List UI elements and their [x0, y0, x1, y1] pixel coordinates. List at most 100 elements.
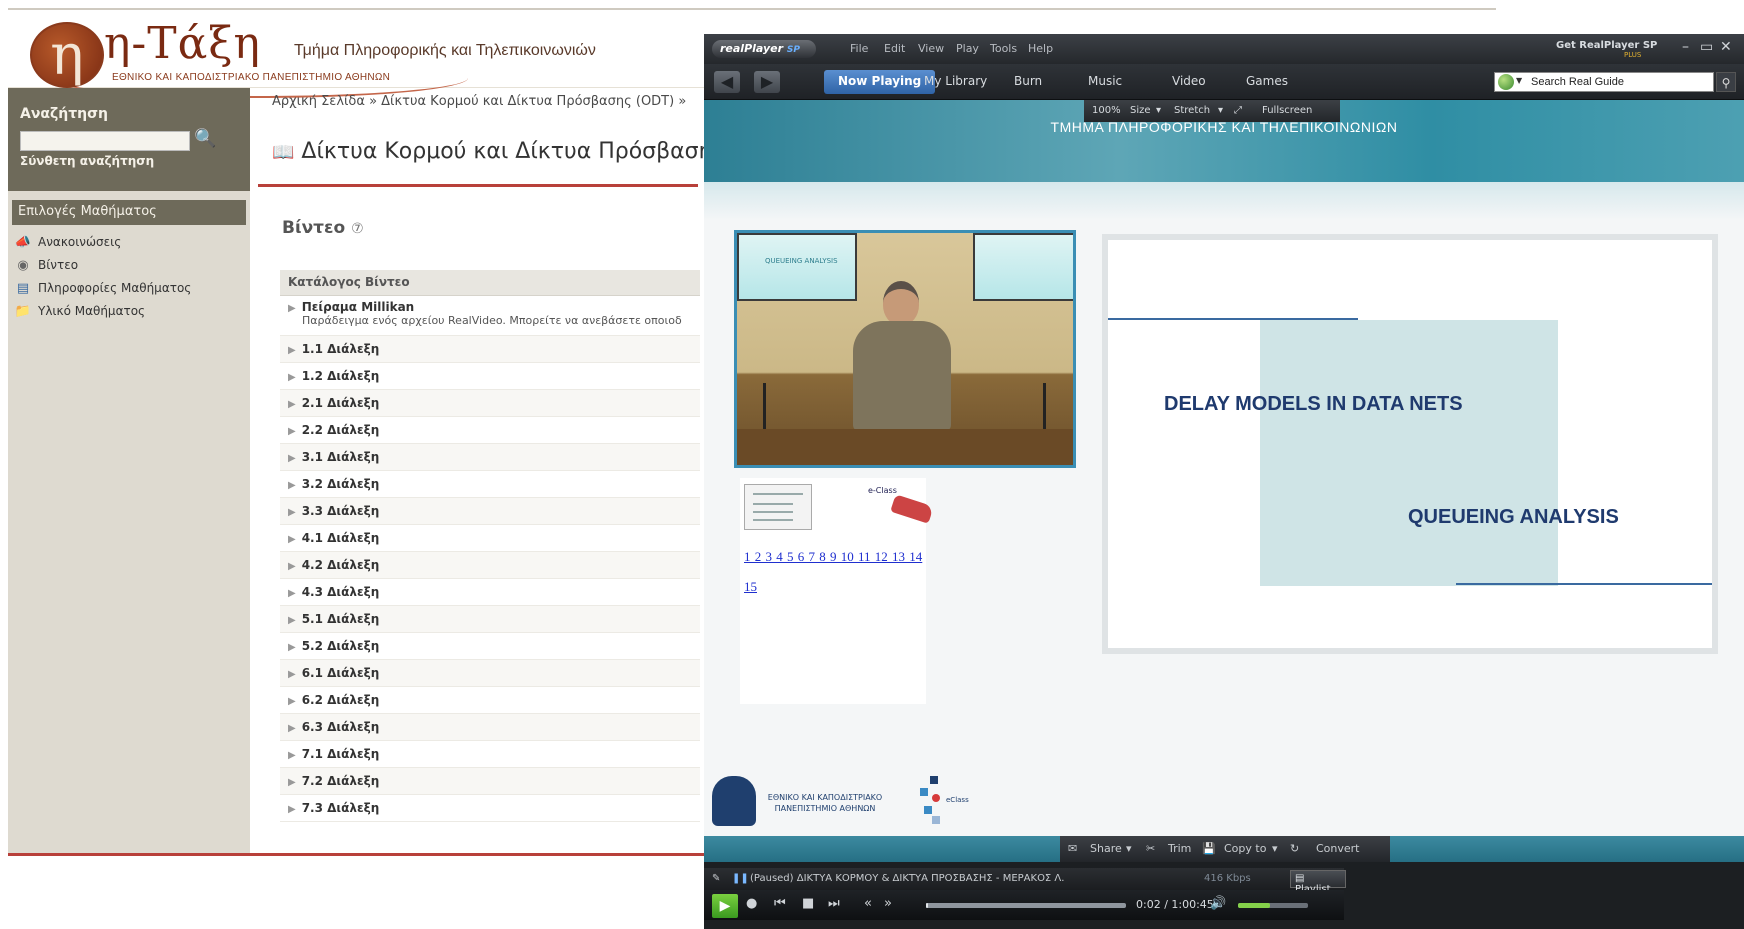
lecture-title[interactable]: 6.2 Διάλεξη: [302, 693, 380, 707]
expand-arrow-icon[interactable]: ▶: [288, 453, 296, 464]
menu-tools[interactable]: Tools: [990, 42, 1017, 55]
tab-my-library[interactable]: My Library: [910, 70, 1001, 94]
envelope-icon[interactable]: ✉: [1068, 842, 1077, 855]
zoom-percent[interactable]: 100%: [1092, 105, 1121, 116]
catalog-row[interactable]: ▶ 5.2 Διάλεξη: [280, 633, 700, 660]
expand-arrow-icon[interactable]: ▶: [288, 480, 296, 491]
size-button[interactable]: Size: [1130, 105, 1151, 116]
maximize-icon[interactable]: ▭: [1700, 39, 1713, 55]
expand-arrow-icon[interactable]: ▶: [288, 669, 296, 680]
chevron-down-icon[interactable]: ▾: [1272, 842, 1278, 855]
expand-arrow-icon[interactable]: ▶: [288, 642, 296, 653]
slide-number-links[interactable]: 1 2 3 4 5 6 7 8 9 10 11 12 13 14 15: [744, 542, 934, 602]
real-guide-search-input[interactable]: [1494, 72, 1714, 92]
expand-arrow-icon[interactable]: ▶: [288, 588, 296, 599]
lecture-title[interactable]: 1.2 Διάλεξη: [302, 369, 380, 383]
forward-arrow-icon[interactable]: ▶: [754, 71, 780, 93]
lecture-title[interactable]: 7.2 Διάλεξη: [302, 774, 380, 788]
catalog-row[interactable]: ▶ 6.2 Διάλεξη: [280, 687, 700, 714]
scissors-icon[interactable]: ✂: [1146, 842, 1155, 855]
close-icon[interactable]: ✕: [1720, 39, 1732, 55]
lecture-title[interactable]: 4.3 Διάλεξη: [302, 585, 380, 599]
fullscreen-button[interactable]: Fullscreen: [1262, 105, 1312, 116]
fullscreen-icon[interactable]: ⤢: [1234, 105, 1242, 116]
lecture-title[interactable]: 1.1 Διάλεξη: [302, 342, 380, 356]
search-go-icon[interactable]: ⚲: [1716, 72, 1736, 92]
tab-burn[interactable]: Burn: [1000, 70, 1056, 94]
expand-arrow-icon[interactable]: ▶: [288, 399, 296, 410]
sidebar-item-video[interactable]: ◉ Βίντεο: [14, 254, 78, 276]
realplayer-logo[interactable]: realPlayer SP: [712, 40, 816, 58]
search-icon[interactable]: 🔍: [194, 128, 216, 150]
catalog-row[interactable]: ▶ 3.2 Διάλεξη: [280, 471, 700, 498]
catalog-row[interactable]: ▶ 3.1 Διάλεξη: [280, 444, 700, 471]
video-title[interactable]: Πείραμα Millikan: [302, 300, 415, 314]
chevron-down-icon[interactable]: ▾: [1218, 105, 1223, 116]
expand-arrow-icon[interactable]: ▶: [288, 804, 296, 815]
playlist-button[interactable]: ▤ Playlist: [1290, 870, 1346, 895]
trim-button[interactable]: Trim: [1168, 842, 1191, 855]
menu-play[interactable]: Play: [956, 42, 979, 55]
breadcrumb[interactable]: Αρχική Σελίδα » Δίκτυα Κορμού και Δίκτυα…: [272, 94, 686, 109]
catalog-row[interactable]: ▶ 7.1 Διάλεξη: [280, 741, 700, 768]
share-button[interactable]: Share: [1090, 842, 1122, 855]
catalog-row[interactable]: ▶ 6.1 Διάλεξη: [280, 660, 700, 687]
catalog-row[interactable]: ▶ 4.3 Διάλεξη: [280, 579, 700, 606]
expand-arrow-icon[interactable]: ▶: [288, 615, 296, 626]
expand-arrow-icon[interactable]: ▶: [288, 561, 296, 572]
chevron-down-icon[interactable]: ▼: [1516, 76, 1522, 85]
catalog-row[interactable]: ▶ 4.2 Διάλεξη: [280, 552, 700, 579]
lecture-title[interactable]: 7.1 Διάλεξη: [302, 747, 380, 761]
lecture-title[interactable]: 2.2 Διάλεξη: [302, 423, 380, 437]
pencil-icon[interactable]: ✎: [712, 873, 720, 884]
search-input[interactable]: [20, 131, 190, 151]
catalog-row[interactable]: ▶ 4.1 Διάλεξη: [280, 525, 700, 552]
eclass-thumbnail[interactable]: e-Class: [862, 484, 936, 524]
expand-arrow-icon[interactable]: ▶: [288, 534, 296, 545]
volume-slider[interactable]: [1238, 903, 1308, 908]
catalog-row-millikan[interactable]: ▶ Πείραμα Millikan Παράδειγμα ενός αρχείο…: [280, 296, 700, 336]
site-logo-title[interactable]: η-Τάξη: [104, 18, 261, 69]
help-icon[interactable]: ⑦: [351, 221, 364, 237]
globe-icon[interactable]: [1498, 74, 1514, 90]
video-display[interactable]: ΤΜΗΜΑ ΠΛΗΡΟΦΟΡΙΚΗΣ ΚΑΙ ΤΗΛΕΠΙΚΟΙΝΩΝΙΩΝ 1…: [704, 100, 1744, 836]
next-icon[interactable]: ⏭: [828, 896, 840, 911]
catalog-row[interactable]: ▶ 1.1 Διάλεξη: [280, 336, 700, 363]
chevron-down-icon[interactable]: ▾: [1126, 842, 1132, 855]
sidebar-item-announcements[interactable]: 📣 Ανακοινώσεις: [14, 231, 121, 253]
sidebar-item-course-material[interactable]: 📁 Υλικό Μαθήματος: [14, 300, 145, 322]
convert-icon[interactable]: ↻: [1290, 842, 1299, 855]
lecture-title[interactable]: 4.1 Διάλεξη: [302, 531, 380, 545]
get-realplayer-link[interactable]: Get RealPlayer SP: [1556, 40, 1657, 51]
tab-games[interactable]: Games: [1232, 70, 1302, 94]
expand-arrow-icon[interactable]: ▶: [288, 507, 296, 518]
catalog-row[interactable]: ▶ 7.2 Διάλεξη: [280, 768, 700, 795]
catalog-row[interactable]: ▶ 6.3 Διάλεξη: [280, 714, 700, 741]
play-icon[interactable]: ▶: [712, 894, 738, 918]
catalog-row[interactable]: ▶ 2.1 Διάλεξη: [280, 390, 700, 417]
catalog-row[interactable]: ▶ 3.3 Διάλεξη: [280, 498, 700, 525]
expand-arrow-icon[interactable]: ▶: [288, 426, 296, 437]
catalog-row[interactable]: ▶ 5.1 Διάλεξη: [280, 606, 700, 633]
lecture-title[interactable]: 6.1 Διάλεξη: [302, 666, 380, 680]
catalog-row[interactable]: ▶ 1.2 Διάλεξη: [280, 363, 700, 390]
disk-icon[interactable]: 💾: [1202, 842, 1216, 855]
expand-arrow-icon[interactable]: ▶: [288, 345, 296, 356]
previous-icon[interactable]: ⏮: [774, 896, 786, 911]
lecture-title[interactable]: 3.2 Διάλεξη: [302, 477, 380, 491]
expand-arrow-icon[interactable]: ▶: [288, 303, 296, 314]
seek-bar[interactable]: [926, 903, 1126, 908]
tab-music[interactable]: Music: [1074, 70, 1136, 94]
catalog-row[interactable]: ▶ 2.2 Διάλεξη: [280, 417, 700, 444]
sidebar-item-course-info[interactable]: ▤ Πληροφορίες Μαθήματος: [14, 277, 192, 299]
expand-arrow-icon[interactable]: ▶: [288, 372, 296, 383]
volume-icon[interactable]: 🔊: [1210, 896, 1226, 911]
expand-arrow-icon[interactable]: ▶: [288, 750, 296, 761]
lecture-title[interactable]: 6.3 Διάλεξη: [302, 720, 380, 734]
convert-button[interactable]: Convert: [1316, 842, 1360, 855]
menu-help[interactable]: Help: [1028, 42, 1053, 55]
copy-to-button[interactable]: Copy to: [1224, 842, 1266, 855]
lecture-title[interactable]: 5.1 Διάλεξη: [302, 612, 380, 626]
minimize-icon[interactable]: –: [1682, 39, 1689, 55]
lecture-title[interactable]: 7.3 Διάλεξη: [302, 801, 380, 815]
